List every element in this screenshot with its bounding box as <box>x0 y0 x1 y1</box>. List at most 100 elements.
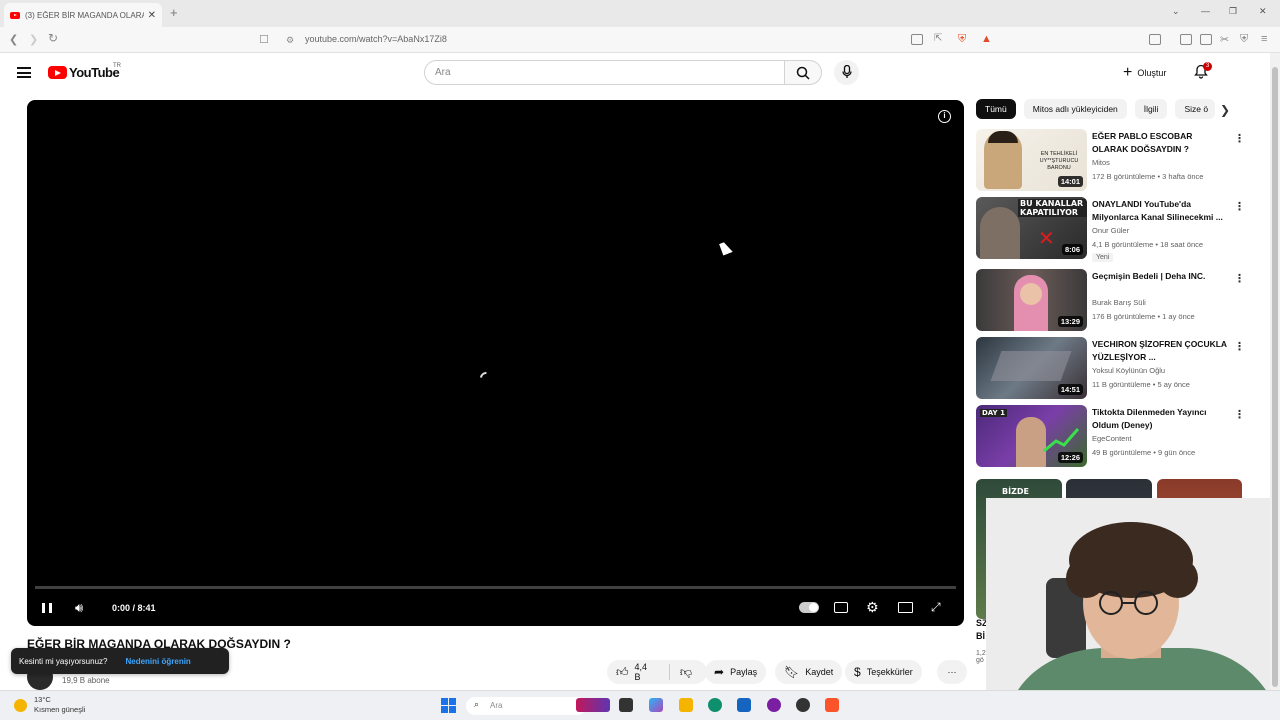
recommended-video[interactable]: 14:51 VECHIRON ŞİZOFREN ÇOCUKLA YÜZLEŞİY… <box>976 337 1245 401</box>
video-thumbnail[interactable]: 14:51 <box>976 337 1087 399</box>
video-title[interactable]: Geçmişin Bedeli | Deha INC. <box>1092 270 1227 283</box>
theater-mode-icon[interactable] <box>898 602 913 613</box>
back-icon[interactable]: ❮ <box>9 33 18 46</box>
windows-start-icon[interactable] <box>441 698 456 713</box>
chip-related[interactable]: İlgili <box>1134 99 1168 119</box>
video-thumbnail[interactable]: DAY 1 12:26 <box>976 405 1087 467</box>
progress-bar[interactable] <box>35 586 956 589</box>
info-icon[interactable]: i <box>938 110 951 123</box>
rewards-icon[interactable]: ▲ <box>981 33 992 45</box>
edge-browser-icon[interactable] <box>708 698 722 712</box>
file-explorer-icon[interactable] <box>679 698 693 712</box>
youtube-favicon-icon <box>10 11 20 19</box>
volume-icon[interactable]: 🔊︎ <box>75 600 83 616</box>
thumbs-down-icon[interactable]: 👎︎ <box>680 665 692 680</box>
create-button[interactable]: + Oluştur <box>1116 62 1180 84</box>
window-close-icon[interactable]: ✕ <box>1259 6 1267 17</box>
channel-name[interactable]: Burak Barış Süli <box>1092 298 1146 307</box>
forward-icon[interactable]: ❯ <box>29 33 38 46</box>
video-meta: 11 B görüntüleme • 5 ay önce <box>1092 380 1190 389</box>
search-button[interactable] <box>784 60 822 85</box>
store-icon[interactable] <box>737 698 751 712</box>
share-button[interactable]: ➦ Paylaş <box>705 660 767 684</box>
youtube-logo[interactable]: YouTube TR <box>48 63 121 80</box>
channel-name[interactable]: Yoksul Köylünün Oğlu <box>1092 366 1165 375</box>
thumbs-up-icon[interactable]: 👍︎ <box>616 665 629 680</box>
weather-widget[interactable]: 13°C Kısmen güneşli <box>34 695 85 715</box>
obs-icon[interactable] <box>796 698 810 712</box>
more-options-icon[interactable]: ⋮ <box>1234 132 1245 145</box>
settings-gear-icon[interactable]: ⚙ <box>866 599 879 616</box>
url-field[interactable]: youtube.com/watch?v=AbaNx17Zi8 <box>305 34 447 44</box>
extensions-icon[interactable]: ✂ <box>1220 33 1229 46</box>
video-meta: 4,1 B görüntüleme • 18 saat önce <box>1092 240 1204 249</box>
page-scrollbar[interactable] <box>1270 53 1280 690</box>
copilot-icon[interactable] <box>649 698 663 712</box>
brave-browser-icon[interactable] <box>825 698 839 712</box>
chip-from-uploader[interactable]: Mitos adlı yükleyiciden <box>1023 99 1127 119</box>
app-icon[interactable] <box>767 698 781 712</box>
brave-shield-icon[interactable]: ⛨ <box>958 33 966 46</box>
pause-button[interactable] <box>42 603 52 613</box>
more-options-icon[interactable]: ⋮ <box>1234 200 1245 213</box>
recommended-video[interactable]: EN TEHLİKELİ UY**ŞTURUCU BARONU 14:01 EĞ… <box>976 129 1245 193</box>
video-thumbnail[interactable]: 13:29 <box>976 269 1087 331</box>
thanks-label: Teşekkürler <box>866 667 913 677</box>
share-page-icon[interactable]: ⇱ <box>934 33 942 44</box>
video-title[interactable]: Tiktokta Dilenmeden Yayıncı Oldum (Deney… <box>1092 406 1227 432</box>
chip-for-you[interactable]: Size ö <box>1175 99 1216 119</box>
channel-name[interactable]: Onur Güler <box>1092 226 1129 235</box>
channel-name[interactable]: EgeContent <box>1092 434 1132 443</box>
search-input[interactable]: Ara <box>424 60 785 85</box>
channel-name[interactable]: Mitos <box>1092 158 1110 167</box>
vpn-icon[interactable]: ⛨ <box>1240 33 1248 46</box>
more-options-icon[interactable]: ⋮ <box>1234 340 1245 353</box>
sidebar-toggle-icon[interactable] <box>1149 34 1161 45</box>
minimize-icon[interactable]: — <box>1201 6 1210 16</box>
chip-all[interactable]: Tümü <box>976 99 1016 119</box>
wallet-icon[interactable] <box>1200 34 1212 45</box>
cast-icon[interactable] <box>911 34 923 45</box>
like-count[interactable]: 4,4 B <box>635 662 654 682</box>
recommended-video[interactable]: BU KANALLAR KAPATILIYOR ✕ 8:06 ONAYLANDI… <box>976 197 1245 262</box>
video-title[interactable]: ONAYLANDI YouTube'da Milyonlarca Kanal S… <box>1092 198 1227 224</box>
recommended-video[interactable]: DAY 1 12:26 Tiktokta Dilenmeden Yayıncı … <box>976 405 1245 469</box>
more-actions-button[interactable]: ··· <box>937 660 967 684</box>
tab-title: (3) EĞER BİR MAGANDA OLARAK DOĞSAYDIN ? <box>25 10 144 20</box>
hamburger-menu-icon[interactable] <box>17 67 31 78</box>
scrollbar-thumb[interactable] <box>1272 67 1278 687</box>
new-tab-button[interactable]: + <box>170 5 178 20</box>
subtitles-icon[interactable] <box>834 602 848 613</box>
more-options-icon[interactable]: ⋮ <box>1234 408 1245 421</box>
save-button[interactable]: 🔖︎ Kaydet <box>775 660 843 684</box>
task-view-icon[interactable] <box>619 698 633 712</box>
tab-close-icon[interactable]: ✕ <box>148 10 156 21</box>
video-title[interactable]: VECHIRON ŞİZOFREN ÇOCUKLA YÜZLEŞİYOR ... <box>1092 338 1227 364</box>
thanks-button[interactable]: $ Teşekkürler <box>845 660 922 684</box>
red-x-icon: ✕ <box>1038 228 1055 250</box>
video-title[interactable]: EĞER PABLO ESCOBAR OLARAK DOĞSAYDIN ? <box>1092 130 1227 156</box>
search-highlight-icon[interactable] <box>576 698 610 712</box>
bookmark-icon[interactable]: ☐ <box>259 33 269 46</box>
weather-sun-icon[interactable] <box>14 699 27 712</box>
reader-icon[interactable] <box>1180 34 1192 45</box>
learn-why-link[interactable]: Nedenini öğrenin <box>125 657 190 666</box>
video-player[interactable]: i 🔊︎ 0:00 / 8:41 ⚙ ⤢ <box>27 100 964 626</box>
autoplay-toggle[interactable] <box>799 602 819 613</box>
tab-list-icon[interactable]: ⌄ <box>1172 6 1180 17</box>
chevron-right-icon[interactable]: ❯ <box>1220 103 1230 117</box>
create-label: Oluştur <box>1137 68 1167 78</box>
video-thumbnail[interactable]: BU KANALLAR KAPATILIYOR ✕ 8:06 <box>976 197 1087 259</box>
video-thumbnail[interactable]: EN TEHLİKELİ UY**ŞTURUCU BARONU 14:01 <box>976 129 1087 191</box>
browser-menu-icon[interactable]: ≡ <box>1261 33 1267 45</box>
plus-icon: + <box>1123 64 1133 81</box>
more-options-icon[interactable]: ⋮ <box>1234 272 1245 285</box>
recommended-video[interactable]: 13:29 Geçmişin Bedeli | Deha INC. Burak … <box>976 269 1245 333</box>
fullscreen-icon[interactable]: ⤢ <box>931 600 941 615</box>
taskbar-search-input[interactable]: Ara <box>466 697 586 715</box>
site-settings-icon[interactable]: ⚙ <box>286 35 294 46</box>
voice-search-button[interactable] <box>834 60 859 85</box>
browser-tab[interactable]: (3) EĞER BİR MAGANDA OLARAK DOĞSAYDIN ? … <box>4 3 162 27</box>
reload-icon[interactable]: ↻ <box>48 31 58 45</box>
maximize-icon[interactable]: ❐ <box>1229 6 1237 17</box>
